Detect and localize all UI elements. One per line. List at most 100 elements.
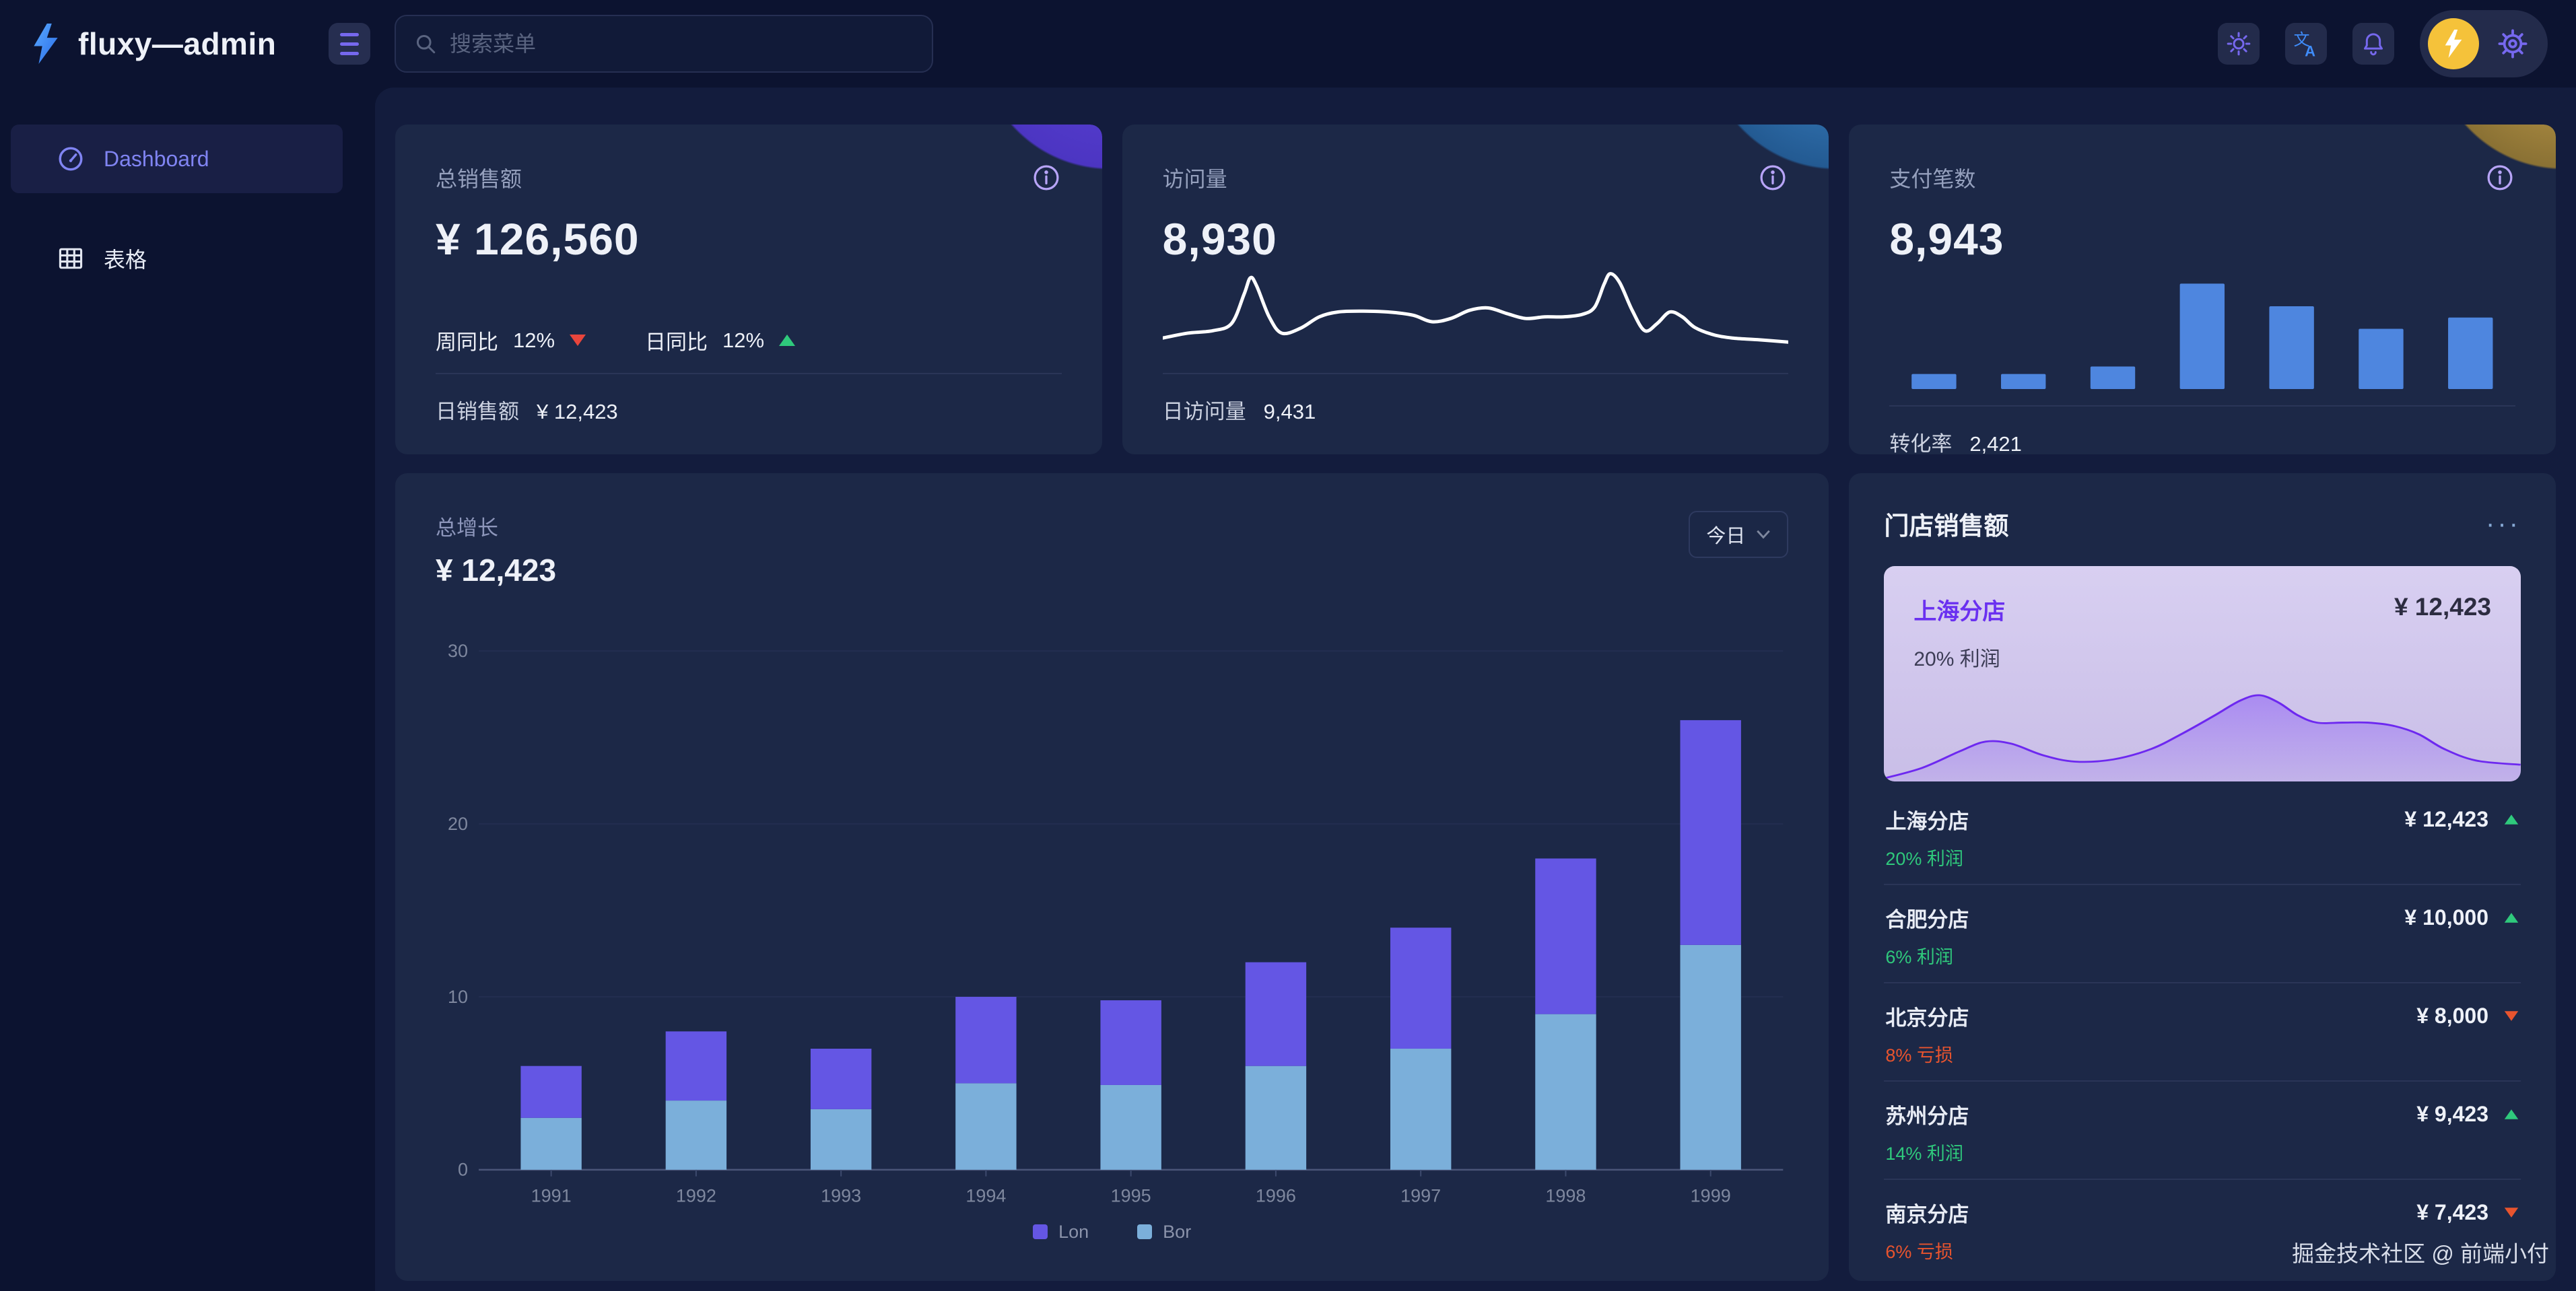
store-highlight-card[interactable]: 上海分店 ¥ 12,423 20% 利润 [1884, 566, 2521, 781]
svg-text:1993: 1993 [821, 1185, 861, 1206]
period-select-value: 今日 [1706, 520, 1745, 549]
search-box[interactable] [395, 15, 933, 73]
store-name: 南京分店 [1885, 1197, 1969, 1228]
bell-icon [2360, 30, 2387, 57]
trend-label: 周同比 [436, 325, 498, 355]
store-name: 合肥分店 [1885, 903, 1969, 933]
stat-footer-value: 2,421 [1969, 432, 2022, 454]
legend-swatch [1137, 1224, 1152, 1239]
highlight-store-value: ¥ 12,423 [2394, 593, 2491, 621]
search-input[interactable] [450, 32, 914, 57]
sidebar-item-dashboard[interactable]: Dashboard [11, 125, 343, 193]
stat-value: 8,930 [1163, 213, 1789, 265]
sidebar-item-label: 表格 [104, 243, 147, 274]
notifications-button[interactable] [2352, 23, 2394, 65]
svg-text:1999: 1999 [1691, 1185, 1731, 1206]
gear-icon[interactable] [2497, 28, 2529, 60]
trend-value: 12% [722, 328, 764, 353]
more-options-icon[interactable]: ··· [2486, 517, 2521, 530]
growth-label: 总增长 [436, 511, 556, 541]
sidebar-item-label: Dashboard [104, 147, 209, 172]
legend-item[interactable]: Lon [1033, 1222, 1089, 1243]
trend-down-icon [570, 335, 586, 346]
trend-down-icon [2505, 1208, 2518, 1217]
stat-footer-label: 日访问量 [1163, 394, 1246, 425]
stat-footer-label: 日销售额 [436, 394, 519, 425]
period-select[interactable]: 今日 [1689, 511, 1788, 558]
avatar-lightning-icon [2442, 30, 2465, 58]
topbar-actions: 文 A [2218, 10, 2548, 77]
svg-text:1995: 1995 [1111, 1185, 1151, 1206]
svg-text:0: 0 [458, 1160, 468, 1180]
sidebar-item-table[interactable]: 表格 [11, 224, 343, 293]
store-profit: 14% 利润 [1885, 1139, 2519, 1165]
store-value: ¥ 12,423 [2404, 807, 2488, 832]
stat-value: 8,943 [1889, 213, 2515, 265]
card-store-sales: 门店销售额 ··· 上海分店 ¥ 12,423 20% 利润 上海分店 ¥ 12… [1849, 473, 2556, 1281]
trend-up-icon [2505, 1109, 2518, 1119]
store-profit: 20% 利润 [1885, 844, 2519, 870]
avatar[interactable] [2428, 18, 2479, 69]
main-content: 总销售额 ¥ 126,560 周同比 12% 日同比 12% 日销售额 ¥ 12… [375, 88, 2576, 1291]
lightning-logo-icon [27, 24, 65, 64]
stat-value: ¥ 126,560 [436, 213, 1062, 265]
gauge-icon [55, 143, 86, 174]
app-logo: fluxy—admin [27, 24, 329, 64]
stat-footer-label: 转化率 [1889, 427, 1952, 454]
card-total-growth: 总增长 ¥ 12,423 今日 010203019911992199319941… [395, 473, 1829, 1281]
svg-text:1996: 1996 [1256, 1185, 1296, 1206]
svg-text:20: 20 [448, 814, 468, 834]
stat-footer-value: ¥ 12,423 [537, 400, 618, 424]
translate-icon: 文 A [2291, 29, 2321, 59]
sun-icon [2225, 30, 2252, 57]
chart-legend: Lon Bor [436, 1216, 1788, 1247]
stat-label: 访问量 [1163, 162, 1227, 193]
svg-text:1998: 1998 [1545, 1185, 1586, 1206]
info-icon[interactable] [2484, 162, 2515, 193]
store-row[interactable]: 合肥分店 ¥ 10,000 6% 利润 [1884, 885, 2521, 983]
card-visits: 访问量 8,930 日访问量 9,431 [1122, 125, 1829, 454]
legend-swatch [1033, 1224, 1048, 1239]
store-loss: 8% 亏损 [1885, 1041, 2519, 1067]
info-icon[interactable] [1031, 162, 1062, 193]
info-icon[interactable] [1757, 162, 1788, 193]
table-icon [55, 243, 86, 274]
card-total-sales: 总销售额 ¥ 126,560 周同比 12% 日同比 12% 日销售额 ¥ 12… [395, 125, 1102, 454]
language-switch-button[interactable]: 文 A [2285, 23, 2327, 65]
stores-title: 门店销售额 [1884, 505, 2008, 542]
visits-line-chart [1163, 266, 1789, 357]
trend-up-icon [2505, 913, 2518, 922]
trend-label: 日同比 [645, 325, 708, 355]
svg-text:1997: 1997 [1400, 1185, 1441, 1206]
stat-label: 支付笔数 [1889, 162, 1975, 193]
theme-toggle-button[interactable] [2218, 23, 2260, 65]
stat-footer-value: 9,431 [1264, 400, 1316, 424]
store-row[interactable]: 苏州分店 ¥ 9,423 14% 利润 [1884, 1082, 2521, 1180]
store-value: ¥ 9,423 [2416, 1102, 2488, 1127]
highlight-store-name: 上海分店 [1913, 593, 2005, 626]
hamburger-icon [340, 33, 359, 36]
svg-text:1994: 1994 [965, 1185, 1006, 1206]
store-name: 北京分店 [1885, 1001, 1969, 1031]
menu-toggle-button[interactable] [329, 23, 370, 65]
store-row[interactable]: 北京分店 ¥ 8,000 8% 亏损 [1884, 983, 2521, 1082]
store-list: 上海分店 ¥ 12,423 20% 利润 合肥分店 ¥ 10,000 6% 利润… [1884, 787, 2521, 1277]
svg-text:30: 30 [448, 641, 468, 661]
trend-up-icon [779, 335, 795, 346]
sidebar: Dashboard 表格 [0, 88, 375, 1291]
topbar: fluxy—admin 文 A [0, 0, 2576, 88]
app-title: fluxy—admin [78, 26, 276, 62]
user-settings-pill [2420, 10, 2548, 77]
growth-stacked-chart: 0102030199119921993199419951996199719981… [436, 604, 1788, 1216]
svg-text:10: 10 [448, 987, 468, 1007]
store-name: 上海分店 [1885, 804, 1969, 835]
store-row[interactable]: 上海分店 ¥ 12,423 20% 利润 [1884, 787, 2521, 885]
store-name: 苏州分店 [1885, 1099, 1969, 1129]
trend-value: 12% [513, 328, 555, 353]
svg-text:A: A [2305, 42, 2315, 59]
trend-row: 周同比 12% 日同比 12% [436, 325, 1062, 355]
legend-item[interactable]: Bor [1137, 1222, 1191, 1243]
svg-text:1991: 1991 [531, 1185, 572, 1206]
card-payments: 支付笔数 8,943 转化率 2,421 [1849, 125, 2556, 454]
store-area-chart [1884, 660, 2521, 781]
